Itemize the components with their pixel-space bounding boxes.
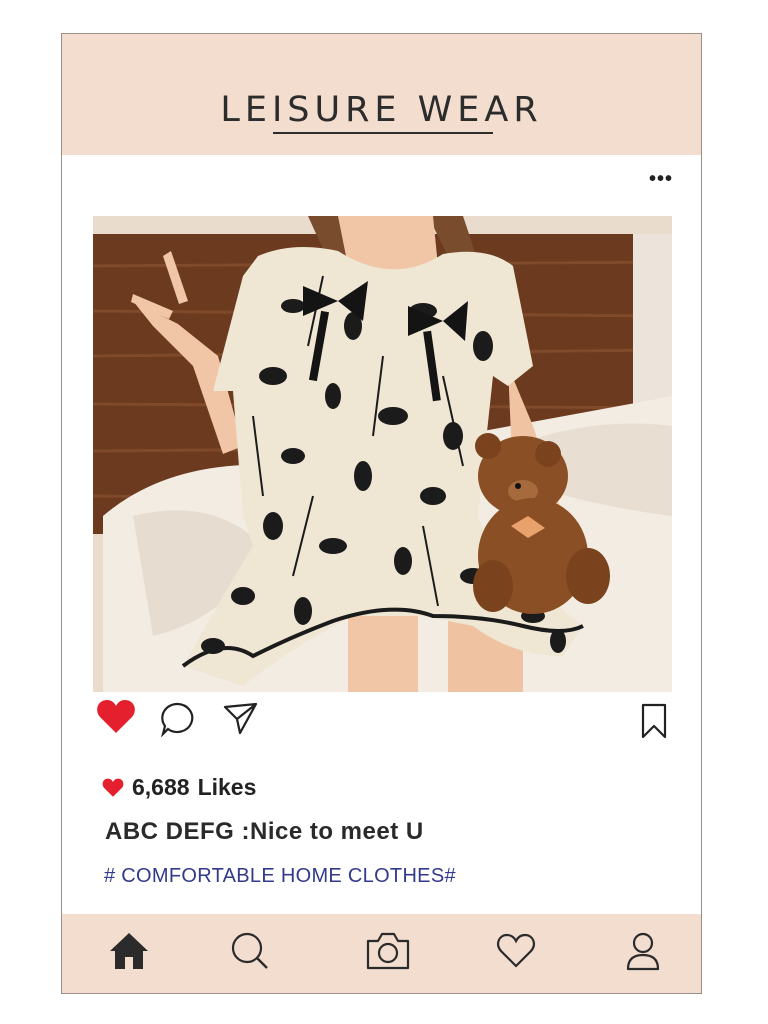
- profile-icon[interactable]: [625, 931, 661, 976]
- search-icon[interactable]: [230, 931, 270, 976]
- hashtag-open: #: [104, 865, 116, 887]
- heart-filled-icon[interactable]: [96, 699, 136, 740]
- post-card: LEISURE WEAR ••• 6,688 Likes ABC DEFG:N…: [61, 33, 702, 994]
- post-photo[interactable]: [93, 216, 672, 692]
- likes-row: 6,688 Likes: [102, 774, 256, 801]
- hashtag-text: COMFORTABLE HOME CLOTHES: [121, 865, 445, 887]
- likes-label: Likes: [197, 774, 257, 800]
- title-underline: [273, 132, 493, 134]
- home-icon[interactable]: [108, 931, 150, 976]
- heart-small-icon: [102, 778, 124, 797]
- post-caption: ABC DEFG :Nice to meet U: [105, 818, 424, 845]
- post-photo-illustration: [93, 216, 672, 692]
- page-title: LEISURE WEAR: [220, 90, 543, 130]
- likes-count[interactable]: 6,688: [132, 774, 190, 801]
- comment-bubble-icon[interactable]: [160, 701, 196, 742]
- bookmark-icon[interactable]: [641, 703, 667, 744]
- send-icon[interactable]: [222, 701, 258, 742]
- hashtag-close: #: [444, 865, 456, 887]
- bottom-nav: [62, 914, 701, 993]
- post-actions-bar: [62, 699, 701, 739]
- hashtag[interactable]: # COMFORTABLE HOME CLOTHES#: [104, 865, 456, 888]
- more-options-button[interactable]: •••: [649, 169, 673, 189]
- heart-outline-icon[interactable]: [496, 933, 536, 974]
- camera-icon[interactable]: [364, 931, 412, 976]
- header-bar: LEISURE WEAR: [62, 34, 701, 155]
